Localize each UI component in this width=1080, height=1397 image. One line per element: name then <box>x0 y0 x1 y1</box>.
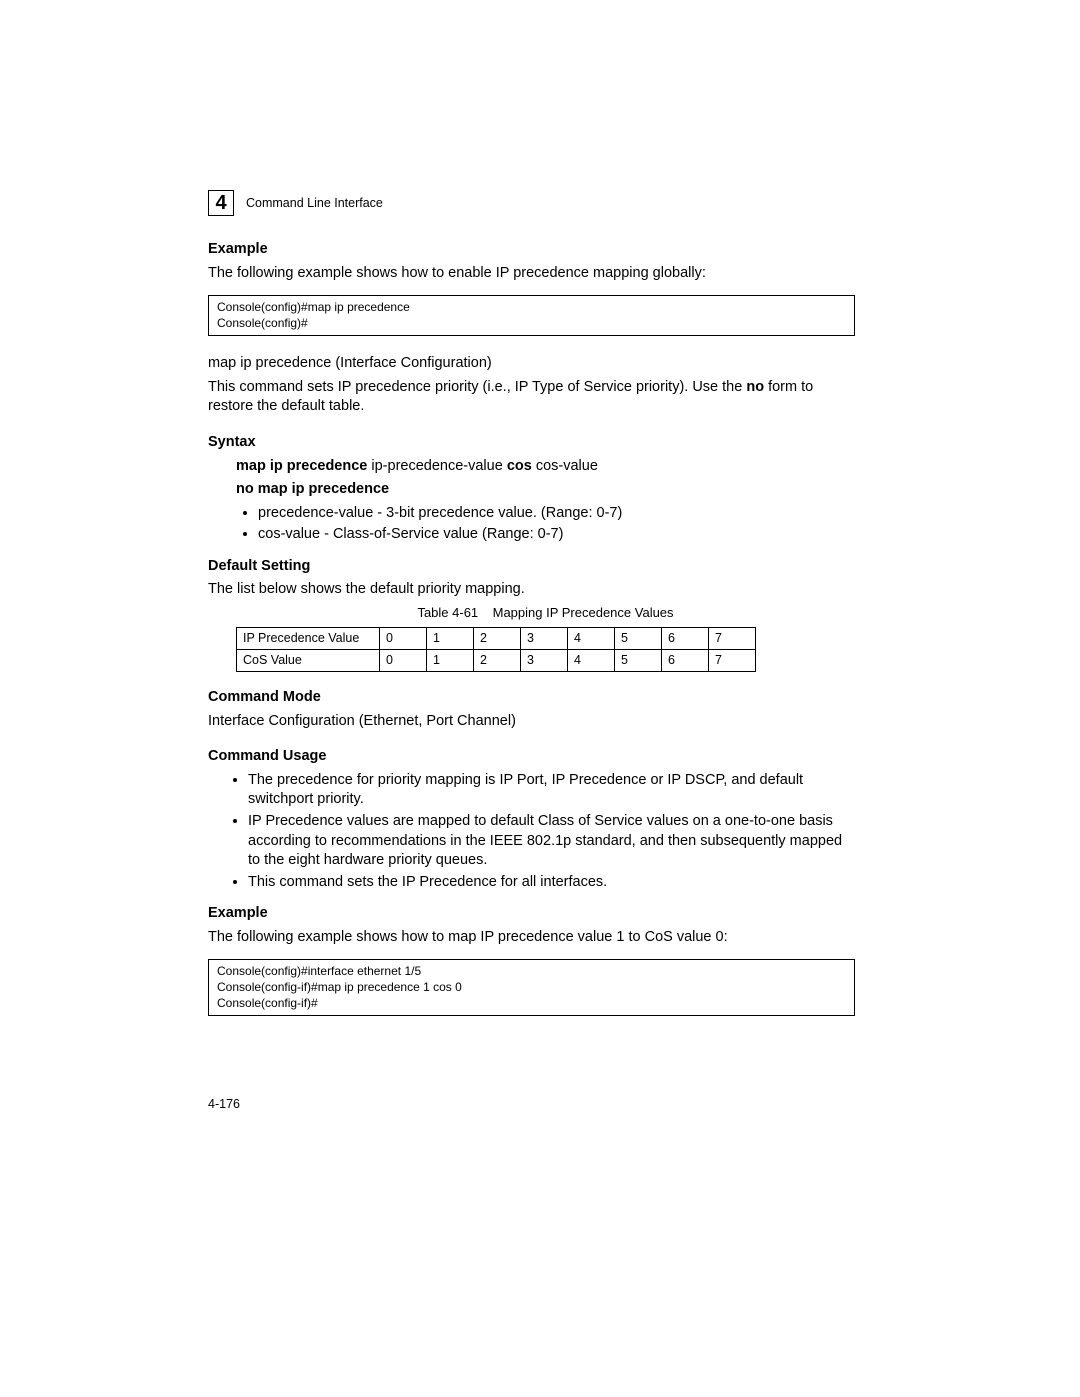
cell: 3 <box>521 650 568 672</box>
cell: 5 <box>615 628 662 650</box>
table-title: Mapping IP Precedence Values <box>493 605 674 620</box>
syntax-line-1: map ip precedence ip-precedence-value co… <box>236 457 855 477</box>
example1-code-block: Console(config)#map ip precedence Consol… <box>208 295 855 336</box>
cell: 1 <box>427 628 474 650</box>
usage-bullet-1: The precedence for priority mapping is I… <box>248 771 855 810</box>
syntax-kw-cos: cos <box>507 458 532 474</box>
cell: 2 <box>474 650 521 672</box>
cell: 7 <box>709 650 756 672</box>
command-description: This command sets IP precedence priority… <box>208 378 855 417</box>
command-mode-heading: Command Mode <box>208 688 855 708</box>
table-number: Table 4-61 <box>417 605 478 620</box>
example1-heading: Example <box>208 240 855 260</box>
cell: 6 <box>662 628 709 650</box>
table-row: CoS Value 0 1 2 3 4 5 6 7 <box>237 650 756 672</box>
cell: 3 <box>521 628 568 650</box>
command-mode-text: Interface Configuration (Ethernet, Port … <box>208 712 855 732</box>
cmd-desc-part-a: This command sets IP precedence priority… <box>208 379 746 395</box>
page-content: 4 Command Line Interface Example The fol… <box>0 0 1080 1113</box>
default-setting-text: The list below shows the default priorit… <box>208 580 855 600</box>
syntax-kw-map-ip-precedence: map ip precedence <box>236 458 367 474</box>
syntax-bullet-precedence-value: precedence-value - 3-bit precedence valu… <box>258 504 855 524</box>
default-setting-heading: Default Setting <box>208 557 855 577</box>
table-caption: Table 4-61 Mapping IP Precedence Values <box>236 604 855 622</box>
row2-label: CoS Value <box>237 650 380 672</box>
cell: 4 <box>568 650 615 672</box>
command-title: map ip precedence (Interface Configurati… <box>208 354 855 374</box>
table-row: IP Precedence Value 0 1 2 3 4 5 6 7 <box>237 628 756 650</box>
example2-code-block: Console(config)#interface ethernet 1/5 C… <box>208 959 855 1016</box>
usage-bullet-2: IP Precedence values are mapped to defau… <box>248 812 855 871</box>
syntax-arg-cos-value: cos-value <box>532 458 598 474</box>
cell: 0 <box>380 650 427 672</box>
chapter-title: Command Line Interface <box>246 195 383 212</box>
example2-intro: The following example shows how to map I… <box>208 928 855 948</box>
syntax-line-2-no-form: no map ip precedence <box>236 480 855 500</box>
cell: 1 <box>427 650 474 672</box>
cell: 4 <box>568 628 615 650</box>
syntax-bullet-cos-value: cos-value - Class-of-Service value (Rang… <box>258 525 855 545</box>
example2-heading: Example <box>208 904 855 924</box>
cell: 2 <box>474 628 521 650</box>
cmd-desc-no-keyword: no <box>746 379 764 395</box>
command-usage-heading: Command Usage <box>208 747 855 767</box>
page-number: 4-176 <box>208 1096 855 1113</box>
row1-label: IP Precedence Value <box>237 628 380 650</box>
usage-bullet-3: This command sets the IP Precedence for … <box>248 873 855 893</box>
example1-intro: The following example shows how to enabl… <box>208 264 855 284</box>
chapter-number-badge: 4 <box>208 190 234 216</box>
precedence-mapping-table: IP Precedence Value 0 1 2 3 4 5 6 7 CoS … <box>236 627 756 672</box>
cell: 5 <box>615 650 662 672</box>
chapter-header: 4 Command Line Interface <box>208 190 855 216</box>
syntax-arg-list: precedence-value - 3-bit precedence valu… <box>258 504 855 545</box>
syntax-heading: Syntax <box>208 433 855 453</box>
cell: 7 <box>709 628 756 650</box>
cell: 0 <box>380 628 427 650</box>
command-usage-list: The precedence for priority mapping is I… <box>248 771 855 892</box>
cell: 6 <box>662 650 709 672</box>
syntax-arg-ip-precedence-value: ip-precedence-value <box>367 458 506 474</box>
